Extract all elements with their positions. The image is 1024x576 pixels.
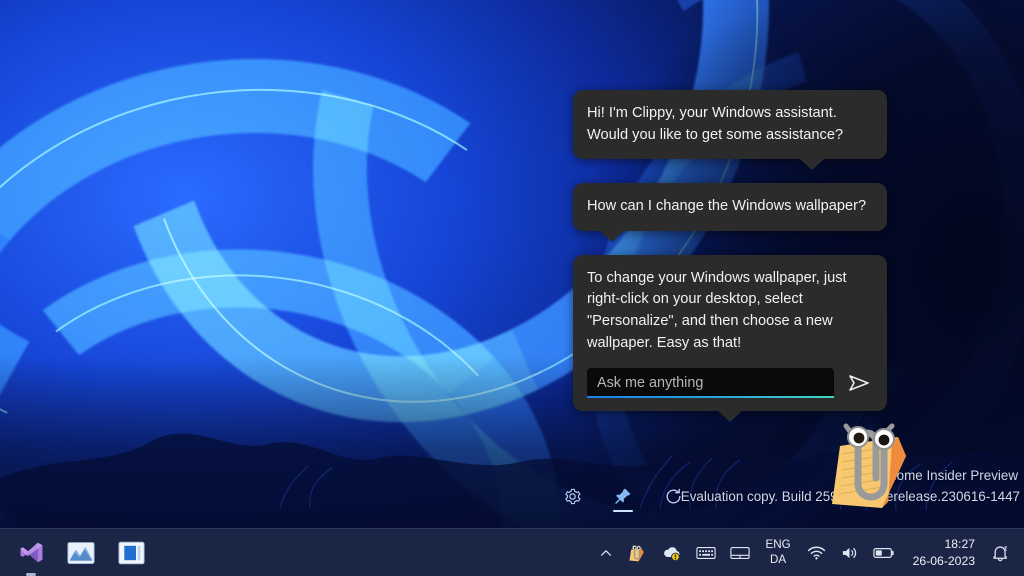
language-secondary: DA: [770, 552, 787, 566]
input-accent-underline: [587, 395, 834, 399]
chat-bubble-assistant-answer: To change your Windows wallpaper, just r…: [573, 254, 887, 423]
taskbar-item-visual-studio[interactable]: [14, 536, 48, 576]
tray-item-battery[interactable]: [867, 533, 901, 573]
visual-studio-icon: [20, 542, 42, 563]
taskbar-item-photos-chart[interactable]: [64, 536, 98, 570]
running-indicator: [26, 572, 36, 576]
chart-image-icon: [67, 541, 95, 564]
tray-item-touch-keyboard[interactable]: [690, 533, 722, 573]
system-tray: ENG DA 18:27 26-06-2023 z: [593, 533, 1024, 573]
bubble-tail: [599, 229, 625, 242]
clippy-chat-panel: Hi! I'm Clippy, your Windows assistant. …: [573, 90, 887, 423]
chat-message-text: To change your Windows wallpaper, just r…: [587, 269, 847, 351]
desktop-widget-toolbar: [555, 478, 690, 514]
battery-icon: [872, 547, 894, 558]
chat-message-text: How can I change the Windows wallpaper?: [587, 198, 867, 215]
keyboard-icon: [695, 546, 716, 559]
chat-composer: [587, 368, 872, 399]
clock-date: 26-06-2023: [912, 553, 975, 568]
taskbar[interactable]: ENG DA 18:27 26-06-2023 z: [0, 528, 1024, 576]
search-input-wrapper[interactable]: [587, 368, 834, 399]
gear-icon: [564, 488, 580, 504]
chevron-up-icon: [600, 549, 611, 556]
send-paper-plane-icon[interactable]: [846, 371, 872, 395]
tray-item-volume[interactable]: [834, 533, 865, 573]
speaker-icon: [842, 547, 856, 558]
svg-text:z: z: [1004, 545, 1008, 552]
language-indicator[interactable]: ENG DA: [758, 538, 799, 566]
refresh-icon: [666, 488, 681, 504]
pin-icon: [614, 488, 630, 504]
tray-item-network[interactable]: [801, 533, 832, 573]
chat-bubble-user-question: How can I change the Windows wallpaper?: [573, 183, 887, 242]
settings-button[interactable]: [555, 480, 589, 512]
refresh-button[interactable]: [656, 480, 690, 512]
taskbar-clock[interactable]: 18:27 26-06-2023: [903, 536, 983, 569]
blue-square-app-icon: [117, 541, 145, 564]
chat-message-text: Hi! I'm Clippy, your Windows assistant. …: [587, 105, 844, 143]
desktop[interactable]: Hi! I'm Clippy, your Windows assistant. …: [0, 0, 1024, 576]
bubble-tail: [799, 158, 825, 171]
wifi-icon: [807, 546, 825, 559]
tray-item-onedrive[interactable]: [655, 533, 688, 573]
language-primary: ENG: [765, 538, 791, 552]
tray-item-touchpad[interactable]: [724, 533, 756, 573]
clippy-assistant-character[interactable]: [822, 412, 922, 517]
notification-bell-button[interactable]: z: [985, 533, 1016, 573]
pin-button[interactable]: [606, 480, 640, 512]
tray-overflow-button[interactable]: [593, 533, 619, 573]
bubble-tail: [717, 410, 743, 423]
touchpad-icon: [729, 546, 750, 559]
clippy-icon: [629, 544, 644, 561]
bell-dnd-icon: z: [993, 545, 1008, 561]
clock-time: 18:27: [944, 537, 976, 552]
chat-bubble-assistant-greeting: Hi! I'm Clippy, your Windows assistant. …: [573, 90, 887, 171]
ask-me-anything-input[interactable]: [587, 368, 834, 399]
taskbar-apps: [0, 536, 148, 576]
tray-item-clippy[interactable]: [621, 533, 653, 573]
taskbar-item-blue-square-app[interactable]: [114, 536, 148, 570]
cloud-warning-icon: [663, 546, 680, 561]
